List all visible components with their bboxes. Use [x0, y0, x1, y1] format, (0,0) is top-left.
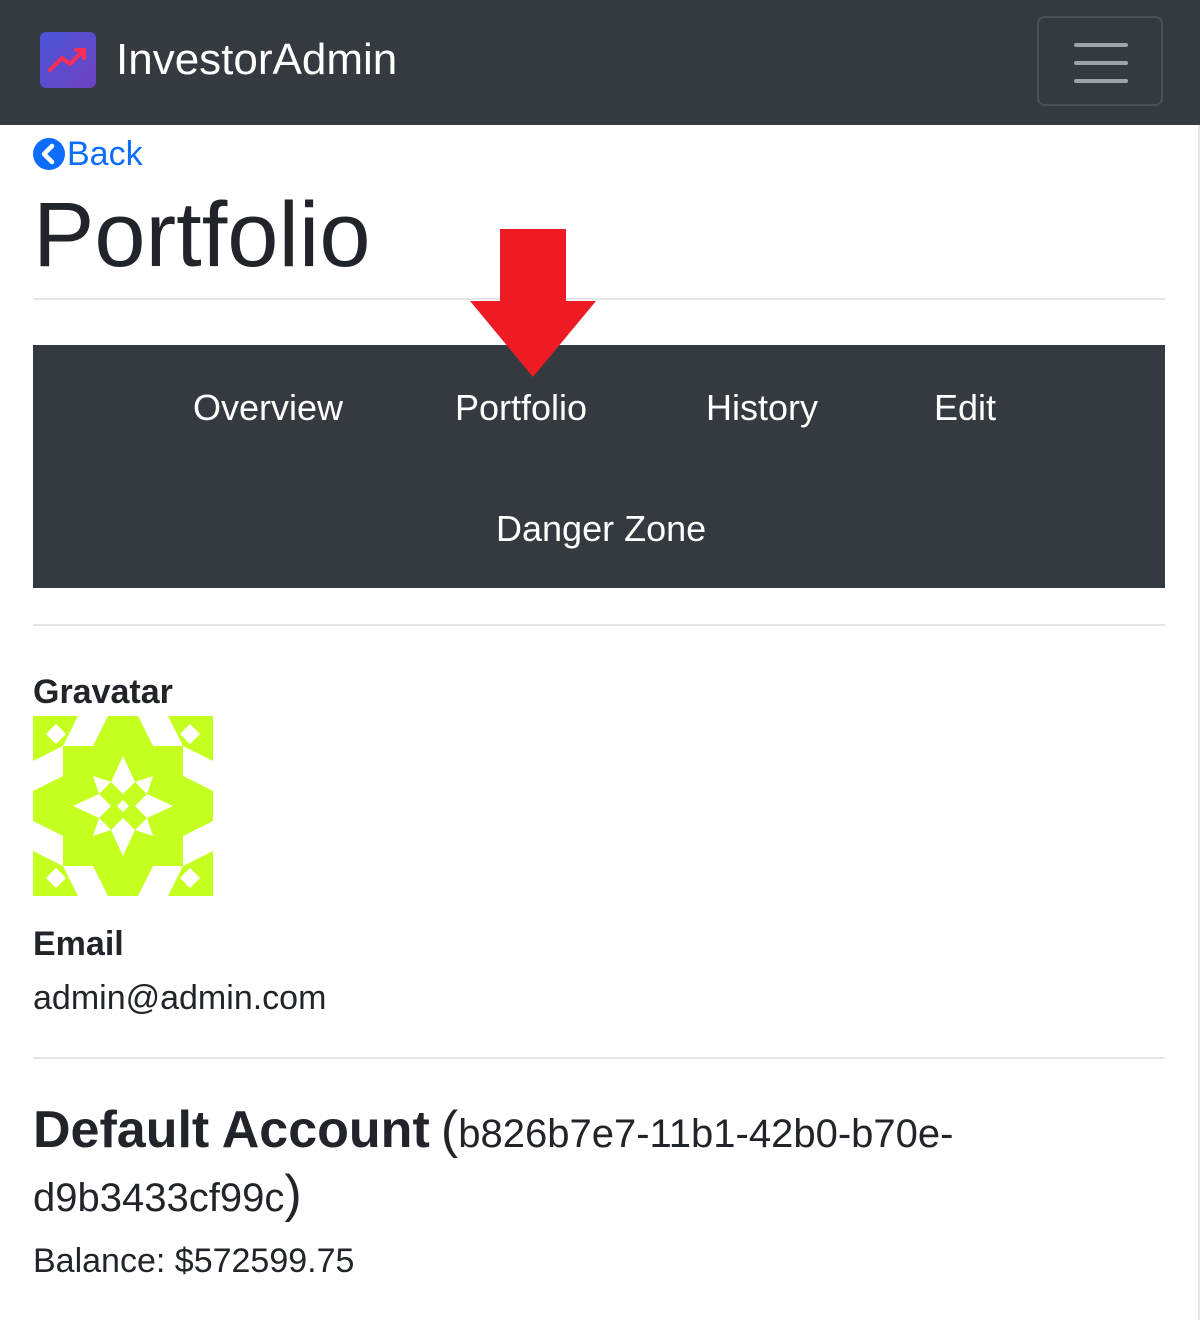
- hamburger-menu-icon: [1074, 43, 1128, 47]
- back-label[interactable]: Back: [67, 136, 143, 172]
- account-heading: Default Account (b826b7e7-11b1-42b0-b70e…: [33, 1100, 1133, 1228]
- account-balance: Balance: $572599.75: [33, 1240, 354, 1282]
- hamburger-line: [1074, 61, 1128, 65]
- account-id-open-paren: (: [440, 1101, 459, 1159]
- account-id-close-paren: ): [284, 1165, 302, 1223]
- navbar-toggle-button[interactable]: [1037, 16, 1163, 106]
- balance-value: $572599.75: [174, 1242, 355, 1280]
- red-down-arrow-icon: [470, 229, 596, 377]
- section-tabs: Overview Portfolio History Edit Danger Z…: [33, 345, 1165, 588]
- tab-portfolio[interactable]: Portfolio: [455, 386, 587, 430]
- tab-overview[interactable]: Overview: [193, 386, 343, 430]
- gravatar-label: Gravatar: [33, 673, 173, 711]
- title-divider: [33, 298, 1165, 300]
- chevron-left-circle-icon: [33, 138, 65, 170]
- trending-up-icon: [40, 32, 96, 88]
- gravatar-image: [33, 716, 213, 896]
- tab-history[interactable]: History: [706, 386, 818, 430]
- page-title: Portfolio: [33, 184, 371, 286]
- hamburger-line: [1074, 79, 1128, 83]
- email-label: Email: [33, 925, 124, 963]
- brand-link[interactable]: InvestorAdmin: [40, 32, 397, 88]
- back-link[interactable]: Back: [33, 136, 143, 172]
- balance-label: Balance:: [33, 1242, 166, 1280]
- tabs-divider: [33, 624, 1165, 626]
- tab-danger-zone[interactable]: Danger Zone: [496, 507, 706, 551]
- brand-name[interactable]: InvestorAdmin: [116, 32, 397, 88]
- email-value: admin@admin.com: [33, 979, 327, 1017]
- profile-divider: [33, 1057, 1165, 1059]
- account-name: Default Account: [33, 1101, 430, 1159]
- top-navbar: InvestorAdmin: [0, 0, 1200, 125]
- tab-edit[interactable]: Edit: [934, 386, 996, 430]
